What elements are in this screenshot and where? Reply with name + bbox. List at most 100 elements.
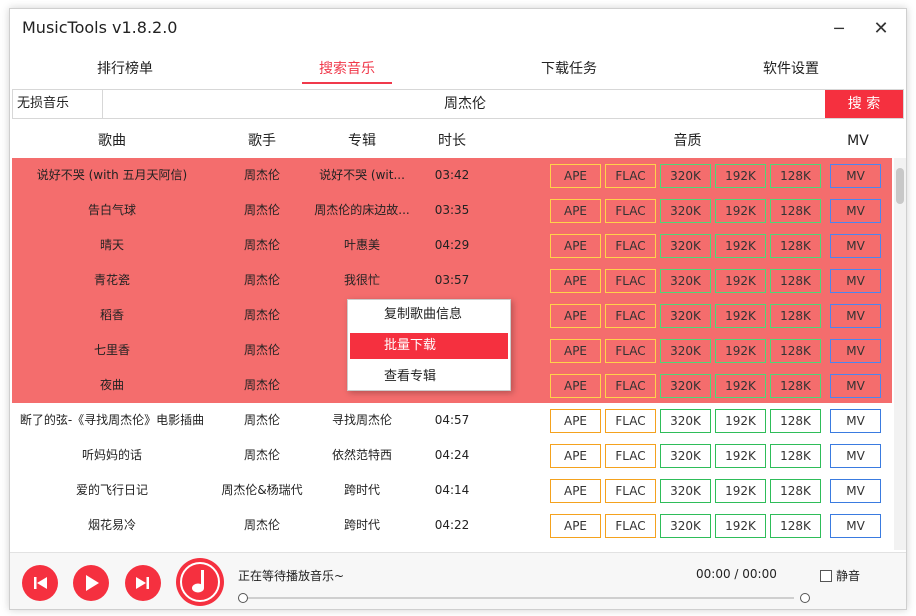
320k-button[interactable]: 320K xyxy=(660,234,711,258)
192k-button[interactable]: 192K xyxy=(715,199,766,223)
mv-button[interactable]: MV xyxy=(830,304,881,328)
flac-button[interactable]: FLAC xyxy=(605,234,656,258)
192k-button[interactable]: 192K xyxy=(715,234,766,258)
table-row[interactable]: 说好不哭 (with 五月天阿信) 周杰伦 说好不哭 (wit... 03:42 APE… xyxy=(12,158,892,193)
flac-button[interactable]: FLAC xyxy=(605,269,656,293)
menu-item-view-album[interactable]: 查看专辑 xyxy=(350,364,508,390)
320k-button[interactable]: 320K xyxy=(660,199,711,223)
song-album xyxy=(312,543,412,548)
flac-button[interactable]: FLAC xyxy=(605,409,656,433)
mv-button[interactable]: MV xyxy=(830,269,881,293)
192k-button[interactable]: 192K xyxy=(715,374,766,398)
mv-button[interactable]: MV xyxy=(830,409,881,433)
mv-button[interactable]: MV xyxy=(830,374,881,398)
flac-button[interactable]: FLAC xyxy=(605,374,656,398)
ape-button[interactable]: APE xyxy=(550,479,601,503)
128k-button[interactable]: 128K xyxy=(770,339,821,363)
list-scrollbar[interactable] xyxy=(894,158,906,550)
tab-settings[interactable]: 软件设置 xyxy=(731,57,851,87)
flac-button[interactable]: FLAC xyxy=(605,339,656,363)
flac-button[interactable]: FLAC xyxy=(605,304,656,328)
ape-button[interactable]: APE xyxy=(550,234,601,258)
192k-button[interactable]: 192K xyxy=(715,339,766,363)
flac-button[interactable]: FLAC xyxy=(605,199,656,223)
play-button[interactable] xyxy=(73,565,109,601)
ape-button[interactable]: APE xyxy=(550,269,601,293)
table-row[interactable]: 告白气球 周杰伦 周杰伦的床边故... 03:35 APE FLAC 320K 192K 128… xyxy=(12,193,892,228)
320k-button[interactable]: 320K xyxy=(660,339,711,363)
128k-button[interactable]: 128K xyxy=(770,304,821,328)
128k-button[interactable]: 128K xyxy=(770,444,821,468)
192k-button[interactable]: 192K xyxy=(715,444,766,468)
now-playing-disc[interactable] xyxy=(176,558,224,606)
ape-button[interactable]: APE xyxy=(550,409,601,433)
128k-button[interactable]: 128K xyxy=(770,374,821,398)
128k-button[interactable]: 128K xyxy=(770,514,821,538)
320k-button[interactable]: 320K xyxy=(660,479,711,503)
ape-button[interactable]: APE xyxy=(550,374,601,398)
search-type-select[interactable]: 无损音乐 xyxy=(13,90,103,118)
volume-knob[interactable] xyxy=(800,593,810,603)
tab-charts[interactable]: 排行榜单 xyxy=(65,57,185,87)
tab-search-music[interactable]: 搜索音乐 xyxy=(287,57,407,87)
mv-button[interactable]: MV xyxy=(830,479,881,503)
search-button[interactable]: 搜 索 xyxy=(825,90,903,118)
192k-button[interactable]: 192K xyxy=(715,304,766,328)
ape-button[interactable]: APE xyxy=(550,514,601,538)
ape-button[interactable]: APE xyxy=(550,164,601,188)
progress-slider[interactable] xyxy=(238,593,798,603)
song-title: 七里香 xyxy=(93,343,130,357)
128k-button[interactable]: 128K xyxy=(770,409,821,433)
progress-knob[interactable] xyxy=(238,593,248,603)
close-button[interactable]: ✕ xyxy=(868,17,894,41)
table-row[interactable]: 听妈妈的话 周杰伦 依然范特西 04:24 APE FLAC 320K 192K 128K MV xyxy=(12,438,892,473)
next-button[interactable] xyxy=(125,565,161,601)
128k-button[interactable]: 128K xyxy=(770,199,821,223)
320k-button[interactable]: 320K xyxy=(660,409,711,433)
flac-button[interactable]: FLAC xyxy=(605,514,656,538)
320k-button[interactable]: 320K xyxy=(660,374,711,398)
ape-button[interactable]: APE xyxy=(550,199,601,223)
table-row[interactable]: 爱的飞行日记 周杰伦&杨瑞代 跨时代 04:14 APE FLAC 320K 192K 128K… xyxy=(12,473,892,508)
menu-item-batch-download[interactable]: 批量下载 xyxy=(350,333,508,359)
flac-button[interactable]: FLAC xyxy=(605,164,656,188)
ape-button[interactable]: APE xyxy=(550,444,601,468)
search-input[interactable]: 周杰伦 xyxy=(104,90,826,118)
320k-button[interactable]: 320K xyxy=(660,164,711,188)
mv-button[interactable]: MV xyxy=(830,444,881,468)
ape-button[interactable]: APE xyxy=(550,339,601,363)
tab-download-tasks[interactable]: 下载任务 xyxy=(509,57,629,87)
192k-button[interactable]: 192K xyxy=(715,514,766,538)
flac-button[interactable]: FLAC xyxy=(605,479,656,503)
128k-button[interactable]: 128K xyxy=(770,269,821,293)
flac-button[interactable]: FLAC xyxy=(605,444,656,468)
128k-button[interactable]: 128K xyxy=(770,479,821,503)
previous-button[interactable] xyxy=(22,565,58,601)
mv-button[interactable]: MV xyxy=(830,339,881,363)
mv-button[interactable]: MV xyxy=(830,234,881,258)
320k-button[interactable]: 320K xyxy=(660,514,711,538)
320k-button[interactable]: 320K xyxy=(660,444,711,468)
mute-checkbox[interactable] xyxy=(820,570,832,582)
320k-button[interactable]: 320K xyxy=(660,269,711,293)
192k-button[interactable]: 192K xyxy=(715,164,766,188)
192k-button[interactable]: 192K xyxy=(715,409,766,433)
table-row[interactable]: 青花瓷 周杰伦 我很忙 03:57 APE FLAC 320K 192K 128K MV xyxy=(12,263,892,298)
192k-button[interactable]: 192K xyxy=(715,479,766,503)
song-duration: 04:14 xyxy=(434,483,470,497)
table-row[interactable]: 烟花易冷 周杰伦 跨时代 04:22 APE FLAC 320K 192K 128K MV xyxy=(12,508,892,543)
mv-button[interactable]: MV xyxy=(830,199,881,223)
320k-button[interactable]: 320K xyxy=(660,304,711,328)
128k-button[interactable]: 128K xyxy=(770,234,821,258)
mv-button[interactable]: MV xyxy=(830,514,881,538)
menu-item-copy-song-info[interactable]: 复制歌曲信息 xyxy=(350,302,508,328)
ape-button[interactable]: APE xyxy=(550,304,601,328)
scrollbar-thumb[interactable] xyxy=(896,168,904,204)
mv-button[interactable]: MV xyxy=(830,164,881,188)
table-row[interactable]: APEFLAC320K192K128KMV xyxy=(12,543,892,548)
table-row[interactable]: 断了的弦-《寻找周杰伦》电影插曲 周杰伦 寻找周杰伦 04:57 APE FLAC 320K… xyxy=(12,403,892,438)
128k-button[interactable]: 128K xyxy=(770,164,821,188)
table-row[interactable]: 晴天 周杰伦 叶惠美 04:29 APE FLAC 320K 192K 128K MV xyxy=(12,228,892,263)
192k-button[interactable]: 192K xyxy=(715,269,766,293)
minimize-button[interactable]: ─ xyxy=(826,17,852,41)
